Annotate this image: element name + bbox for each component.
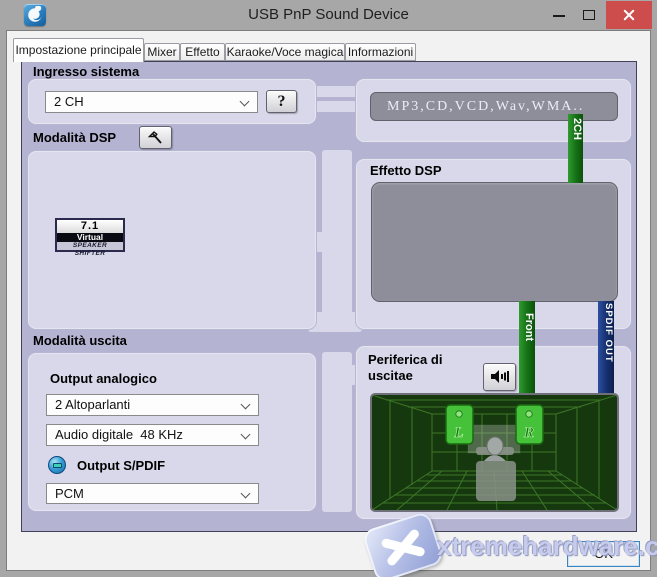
analog-speakers-value: 2 Altoparlanti: [55, 395, 130, 415]
title-bar[interactable]: USB PnP Sound Device: [0, 0, 657, 30]
periferica-line2: uscitae: [368, 368, 442, 384]
pipe-spdif-label: SPDIF OUT: [598, 303, 614, 363]
output-analogico-heading: Output analogico: [50, 371, 157, 386]
maximize-icon: [583, 10, 595, 20]
pipe-spdif-out: SPDIF OUT: [598, 301, 614, 393]
spdif-icon: [48, 456, 66, 474]
analog-speakers-select[interactable]: 2 Altoparlanti: [46, 394, 259, 416]
effetto-dsp-display: [371, 182, 618, 302]
maximize-button[interactable]: [574, 0, 604, 29]
spdif-icon-inner: [53, 463, 62, 468]
sample-rate-value: Audio digitale 48 KHz: [55, 425, 183, 445]
ok-button[interactable]: OK: [567, 541, 640, 567]
minimize-button[interactable]: [544, 0, 574, 29]
hammer-icon: [147, 129, 164, 146]
periferica-uscita-heading: Periferica di uscitae: [368, 352, 442, 384]
speaker-left[interactable]: L: [446, 405, 473, 444]
modalita-uscita-heading: Modalità uscita: [33, 333, 127, 348]
speaker-room-display: L R: [370, 393, 619, 512]
badge-speaker-shifter: SPEAKER SHIFTER: [57, 242, 123, 250]
help-button[interactable]: ?: [266, 90, 297, 113]
connector-pipe: [312, 101, 360, 112]
tab-effetto[interactable]: Effetto: [180, 43, 225, 61]
speaker-right[interactable]: R: [516, 405, 543, 444]
channel-count-value: 2 CH: [54, 92, 84, 112]
pipe-2ch-label: 2CH: [568, 118, 583, 140]
chevron-down-icon: [241, 489, 251, 499]
minimize-icon: [553, 15, 565, 17]
output-device-button[interactable]: [483, 363, 516, 391]
pipe-2ch: 2CH: [568, 114, 583, 183]
svg-text:R: R: [523, 425, 534, 441]
chevron-down-icon: [241, 430, 251, 440]
pipe-front-label: Front: [519, 313, 535, 341]
speaker-icon: [490, 369, 510, 384]
spdif-format-value: PCM: [55, 484, 84, 504]
badge-virtual: Virtual: [57, 233, 123, 242]
ingresso-sistema-heading: Ingresso sistema: [33, 64, 139, 79]
effetto-dsp-heading: Effetto DSP: [370, 163, 442, 178]
modalita-dsp-heading: Modalità DSP: [33, 130, 116, 145]
spdif-format-select[interactable]: PCM: [46, 483, 259, 504]
virtual-speaker-shifter-badge[interactable]: 7.1 Virtual SPEAKER SHIFTER: [55, 218, 125, 252]
output-spdif-heading: Output S/PDIF: [77, 458, 165, 473]
pipe-front: Front: [519, 301, 535, 393]
connector-pipe: [312, 86, 360, 97]
periferica-line1: Periferica di: [368, 352, 442, 368]
chevron-down-icon: [241, 400, 251, 410]
app-window: USB PnP Sound Device Impostazione princi…: [0, 0, 657, 577]
sample-rate-select[interactable]: Audio digitale 48 KHz: [46, 424, 259, 446]
tab-informazioni[interactable]: Informazioni: [345, 43, 416, 61]
tab-impostazione-principale[interactable]: Impostazione principale: [13, 38, 144, 62]
dsp-settings-button[interactable]: [139, 126, 172, 149]
chevron-down-icon: [240, 97, 250, 107]
channel-count-select[interactable]: 2 CH: [45, 91, 258, 113]
tab-mixer[interactable]: Mixer: [144, 43, 180, 61]
close-button[interactable]: [606, 1, 652, 29]
svg-text:L: L: [453, 425, 463, 441]
tab-karaoke-voce-magica[interactable]: Karaoke/Voce magica: [225, 43, 345, 61]
